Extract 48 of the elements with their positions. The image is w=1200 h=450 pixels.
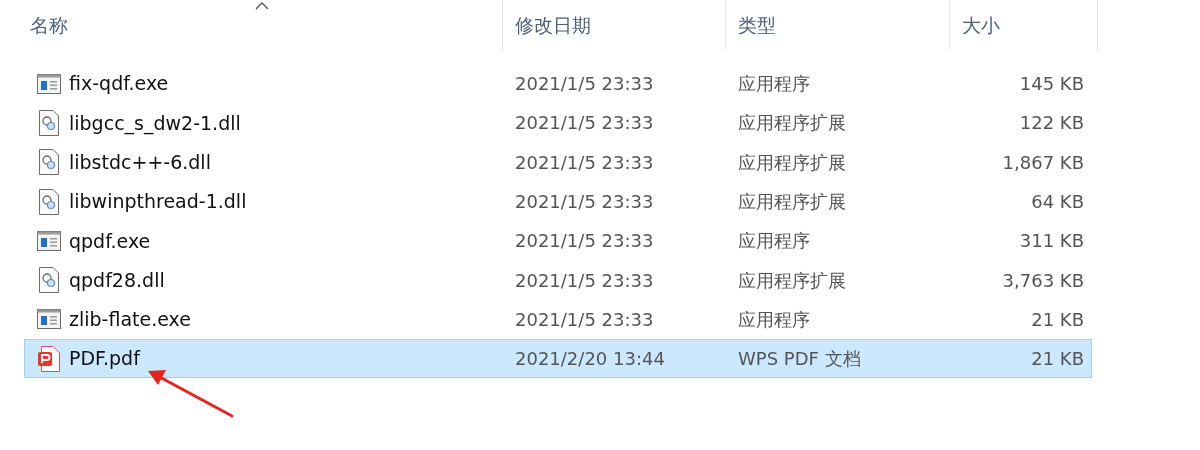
file-type: 应用程序	[738, 308, 810, 330]
pdf-document-icon	[38, 345, 60, 372]
modified-date: 2021/2/20 13:44	[515, 348, 665, 370]
type-column-header[interactable]: 类型	[738, 10, 776, 40]
file-row[interactable]: zlib-flate.exe 2021/1/5 23:33 应用程序 21 KB	[24, 299, 1092, 340]
file-type: 应用程序扩展	[738, 269, 846, 291]
name-column-header[interactable]: 名称	[30, 10, 68, 40]
application-window-icon	[37, 73, 61, 94]
modified-date: 2021/1/5 23:33	[515, 151, 654, 173]
application-window-icon	[37, 230, 61, 251]
file-size: 1,867 KB	[1002, 150, 1084, 175]
modified-date: 2021/1/5 23:33	[515, 269, 654, 291]
modified-date: 2021/1/5 23:33	[515, 112, 654, 134]
file-name: PDF.pdf	[69, 346, 140, 372]
application-window-icon	[37, 309, 61, 330]
file-row[interactable]: libwinpthread-1.dll 2021/1/5 23:33 应用程序扩展 64 KB	[24, 181, 1092, 222]
file-name: fix-qdf.exe	[69, 71, 169, 97]
file-size: 21 KB	[1031, 307, 1084, 332]
file-type: 应用程序扩展	[738, 191, 846, 213]
file-name: libwinpthread-1.dll	[69, 189, 247, 215]
file-type: 应用程序扩展	[738, 112, 846, 134]
modified-date: 2021/1/5 23:33	[515, 230, 654, 252]
file-row[interactable]: qpdf.exe 2021/1/5 23:33 应用程序 311 KB	[24, 221, 1092, 261]
file-size: 311 KB	[1019, 229, 1084, 254]
modified-date: 2021/1/5 23:33	[515, 308, 654, 330]
file-size: 64 KB	[1031, 190, 1084, 215]
file-name: libgcc_s_dw2-1.dll	[69, 110, 241, 137]
file-row[interactable]: fix-qdf.exe 2021/1/5 23:33 应用程序 145 KB	[24, 64, 1092, 104]
file-name: libstdc++-6.dll	[69, 150, 211, 175]
file-size: 145 KB	[1019, 72, 1084, 97]
file-row[interactable]: libgcc_s_dw2-1.dll 2021/1/5 23:33 应用程序扩展 122 KB	[24, 103, 1092, 143]
file-row[interactable]: libstdc++-6.dll 2021/1/5 23:33 应用程序扩展 1,867 KB	[24, 142, 1092, 182]
file-type: 应用程序扩展	[738, 151, 846, 173]
file-name: qpdf.exe	[69, 228, 151, 254]
size-column-header[interactable]: 大小	[962, 10, 1000, 40]
file-size: 122 KB	[1019, 111, 1084, 136]
file-row[interactable]: qpdf28.dll 2021/1/5 23:33 应用程序扩展 3,763 KB	[24, 260, 1092, 300]
file-type: WPS PDF 文档	[738, 348, 861, 370]
modified-column-header[interactable]: 修改日期	[515, 10, 591, 40]
file-name: qpdf28.dll	[69, 267, 165, 293]
file-size: 21 KB	[1031, 347, 1084, 372]
file-size: 3,763 KB	[1002, 268, 1084, 293]
file-name: zlib-flate.exe	[69, 307, 191, 333]
modified-date: 2021/1/5 23:33	[515, 73, 654, 95]
file-type: 应用程序	[738, 73, 810, 95]
file-type: 应用程序	[738, 230, 810, 252]
modified-date: 2021/1/5 23:33	[515, 191, 654, 213]
file-row[interactable]: PDF.pdf 2021/2/20 13:44 WPS PDF 文档 21 KB	[24, 339, 1092, 379]
